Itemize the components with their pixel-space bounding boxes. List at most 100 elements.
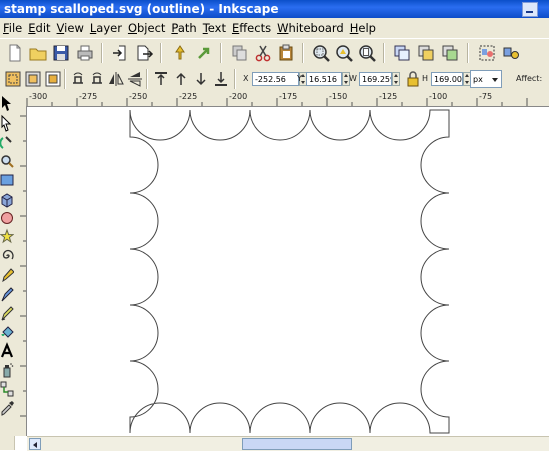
pen-tool[interactable]: [0, 285, 14, 303]
w-spinner[interactable]: [392, 72, 400, 86]
text-tool[interactable]: [0, 342, 14, 360]
window-title: stamp scalloped.svg (outline) - Inkscape: [4, 2, 279, 16]
ruler-label: -125: [379, 92, 398, 101]
toolbar-separator: [220, 43, 222, 63]
print-icon: [77, 45, 93, 61]
menu-help[interactable]: Help: [347, 18, 379, 38]
drawing-canvas[interactable]: [27, 107, 549, 436]
dropper-tool-icon: [1, 401, 14, 416]
group-button[interactable]: [477, 43, 497, 63]
ruler-label: -175: [279, 92, 298, 101]
node-tool[interactable]: [0, 114, 14, 132]
lock-proportions-button[interactable]: [403, 69, 423, 89]
zoom-selection-button[interactable]: [311, 43, 331, 63]
undo-button[interactable]: [170, 43, 190, 63]
menu-view[interactable]: View: [54, 18, 87, 38]
lower-to-bottom-button[interactable]: [211, 69, 231, 89]
duplicate-button[interactable]: [392, 43, 412, 63]
save-button[interactable]: [51, 43, 71, 63]
group-icon: [479, 45, 495, 61]
paste-icon: [279, 44, 293, 61]
h-label: H: [422, 74, 429, 83]
menu-text[interactable]: Text: [200, 18, 229, 38]
spray-tool[interactable]: [0, 361, 14, 379]
export-button[interactable]: [134, 43, 154, 63]
new-document-button[interactable]: [5, 43, 25, 63]
spiral-tool[interactable]: [0, 247, 14, 265]
tweak-tool[interactable]: [0, 133, 14, 151]
toolbox: [0, 92, 15, 450]
raise-to-top-button[interactable]: [151, 69, 171, 89]
tool-controls-bar: X -252.56 Y 16.516 W 169.259 H 169.000 p…: [0, 66, 549, 93]
ungroup-button[interactable]: [501, 43, 521, 63]
units-select[interactable]: px: [470, 70, 502, 88]
clone-icon: [418, 45, 434, 61]
ruler-label: -150: [329, 92, 348, 101]
select-all-layers-button[interactable]: [23, 69, 43, 89]
menu-whiteboard[interactable]: Whiteboard: [274, 18, 347, 38]
select-all-button[interactable]: [3, 69, 23, 89]
deselect-button[interactable]: [43, 69, 63, 89]
flip-horizontal-icon: [109, 72, 124, 86]
menu-object[interactable]: Object: [125, 18, 168, 38]
y-field[interactable]: 16.516: [306, 72, 342, 86]
w-field[interactable]: 169.259: [359, 72, 392, 86]
paste-button[interactable]: [276, 43, 296, 63]
flip-horizontal-button[interactable]: [106, 69, 126, 89]
selector-tool[interactable]: [0, 94, 14, 112]
cut-button[interactable]: [253, 43, 273, 63]
flip-vertical-button[interactable]: [125, 69, 145, 89]
commands-toolbar: [0, 38, 549, 68]
menu-edit[interactable]: Edit: [25, 18, 53, 38]
rotate-ccw-icon: [73, 72, 83, 84]
toolbar-separator: [64, 69, 66, 89]
menu-path[interactable]: Path: [168, 18, 199, 38]
x-field[interactable]: -252.56: [252, 72, 299, 86]
star-tool[interactable]: [0, 228, 14, 246]
ellipse-tool-icon: [1, 212, 13, 224]
menu-file[interactable]: File: [0, 18, 25, 38]
clone-button[interactable]: [416, 43, 436, 63]
select-all-layers-icon: [25, 71, 41, 87]
node-tool-icon: [1, 114, 12, 132]
calligraphy-tool[interactable]: [0, 304, 14, 322]
minimize-button[interactable]: [522, 2, 538, 17]
rotate-cw-button[interactable]: [87, 69, 107, 89]
copy-icon: [232, 45, 247, 61]
redo-button[interactable]: [194, 43, 214, 63]
lower-button[interactable]: [191, 69, 211, 89]
dropper-tool[interactable]: [0, 399, 14, 417]
menu-effects[interactable]: Effects: [229, 18, 274, 38]
rotate-ccw-button[interactable]: [68, 69, 88, 89]
title-bar: stamp scalloped.svg (outline) - Inkscape: [0, 0, 549, 18]
raise-button[interactable]: [171, 69, 191, 89]
duplicate-icon: [394, 45, 410, 61]
import-button[interactable]: [110, 43, 130, 63]
zoom-drawing-button[interactable]: [334, 43, 354, 63]
scroll-left-button[interactable]: [29, 438, 41, 450]
unlink-clone-button[interactable]: [440, 43, 460, 63]
rectangle-tool[interactable]: [0, 171, 14, 189]
zoom-selection-icon: [313, 45, 330, 62]
y-label: Y: [297, 74, 302, 83]
paint-bucket-tool[interactable]: [0, 323, 14, 341]
scroll-thumb[interactable]: [242, 438, 352, 450]
zoom-tool[interactable]: [0, 152, 14, 170]
ellipse-tool[interactable]: [0, 209, 14, 227]
h-field[interactable]: 169.000: [431, 72, 463, 86]
spray-tool-icon: [3, 363, 14, 378]
ungroup-icon: [503, 47, 519, 59]
menu-layer[interactable]: Layer: [87, 18, 125, 38]
connector-tool[interactable]: [0, 380, 14, 398]
toolbar-separator: [467, 43, 469, 63]
horizontal-scrollbar[interactable]: [27, 436, 549, 451]
open-button[interactable]: [28, 43, 48, 63]
print-button[interactable]: [75, 43, 95, 63]
ruler-label: -275: [79, 92, 98, 101]
3d-box-tool[interactable]: [0, 190, 14, 208]
toolbar-separator: [146, 69, 148, 89]
copy-button[interactable]: [230, 43, 250, 63]
stamp-outline[interactable]: [27, 107, 549, 436]
zoom-page-button[interactable]: [357, 43, 377, 63]
pencil-tool[interactable]: [0, 266, 14, 284]
